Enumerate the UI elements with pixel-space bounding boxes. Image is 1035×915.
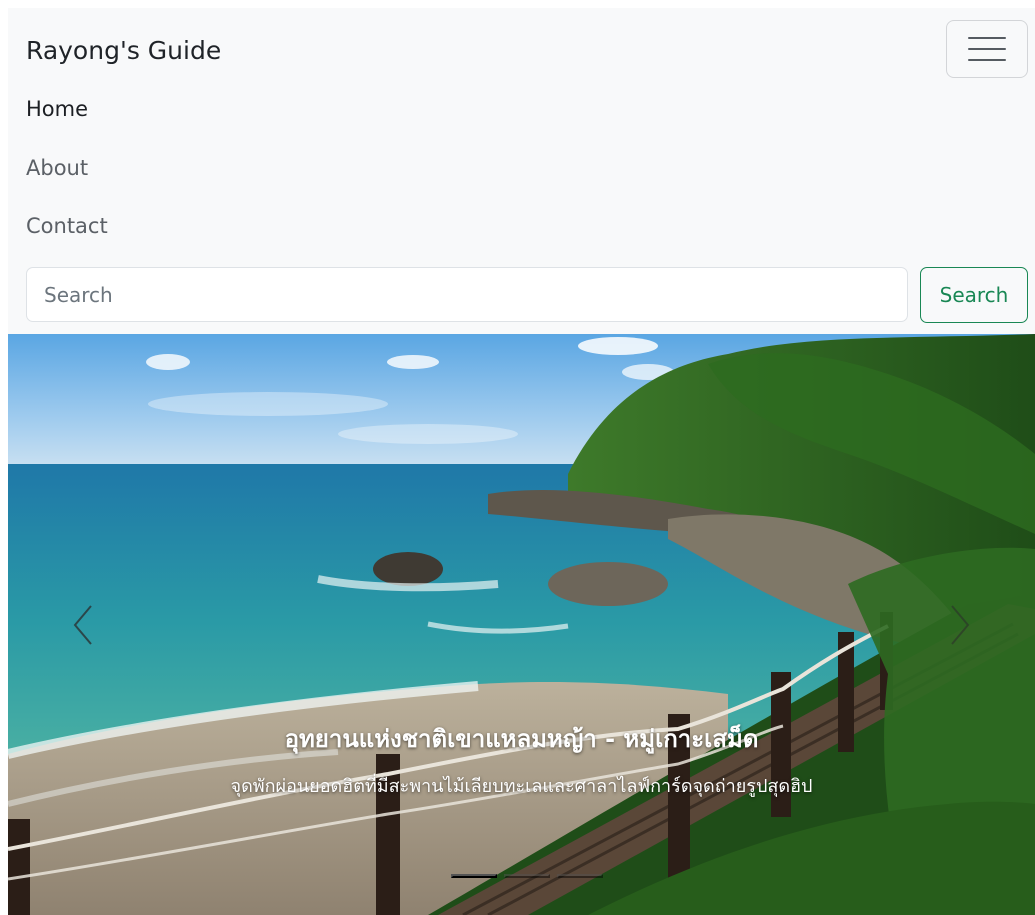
carousel-indicators [451, 874, 603, 878]
navbar-toggler-button[interactable] [946, 20, 1028, 78]
search-button[interactable]: Search [920, 267, 1028, 323]
carousel-next-button[interactable] [885, 334, 1035, 915]
carousel-caption-text: จุดพักผ่อนยอดฮิตที่มีสะพานไม้เลียบทะเลแล… [230, 776, 813, 797]
page: Rayong's Guide Home About Contact Search [0, 0, 1035, 915]
chevron-left-icon [73, 604, 92, 645]
carousel-prev-button[interactable] [8, 334, 158, 915]
hamburger-menu-icon [968, 37, 1006, 39]
carousel-indicator-2[interactable] [504, 874, 550, 878]
nav-link-contact[interactable]: Contact [26, 212, 108, 240]
hamburger-menu-icon-bar [968, 48, 1006, 50]
hamburger-menu-icon-bar [968, 59, 1006, 61]
carousel-caption-title: อุทยานแห่งชาติเขาแหลมหญ้า - หมู่เกาะเสม็… [284, 725, 759, 753]
carousel-indicator-3[interactable] [557, 874, 603, 878]
carousel-indicator-1[interactable] [451, 874, 497, 878]
nav-link-home[interactable]: Home [26, 95, 88, 123]
navbar-brand[interactable]: Rayong's Guide [26, 35, 221, 67]
chevron-right-icon [951, 604, 970, 645]
carousel-slide-image [8, 334, 1035, 915]
carousel: อุทยานแห่งชาติเขาแหลมหญ้า - หมู่เกาะเสม็… [8, 334, 1035, 915]
navbar: Rayong's Guide Home About Contact Search [8, 8, 1035, 334]
search-input[interactable] [26, 267, 908, 322]
nav-link-about[interactable]: About [26, 154, 88, 182]
